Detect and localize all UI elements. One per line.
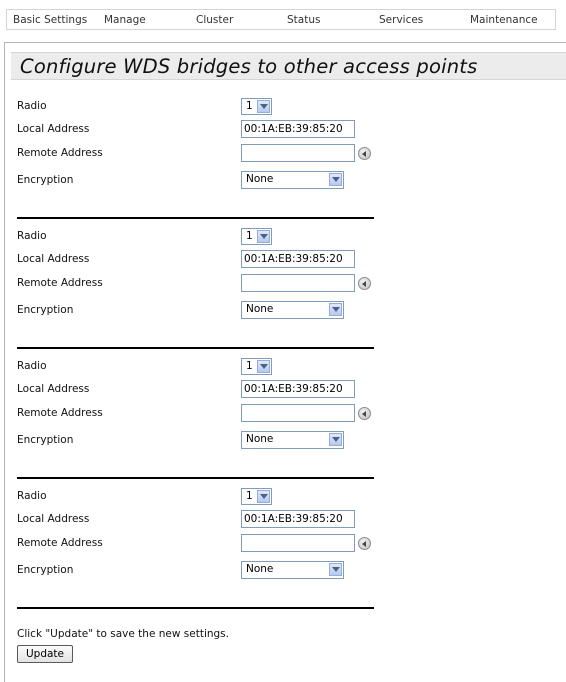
update-button[interactable]: Update [17,645,73,663]
radio-select-value: 1 [246,490,253,502]
encryption-select-value: None [246,433,274,445]
remote-address-label: Remote Address [17,537,103,549]
radio-label: Radio [17,100,47,112]
page-title: Configure WDS bridges to other access po… [20,55,478,78]
chevron-down-icon [329,173,342,186]
local-address-input[interactable]: 00:1A:EB:39:85:20 [241,120,355,138]
content-panel [4,42,566,682]
encryption-label: Encryption [17,174,74,186]
chevron-down-icon [257,490,270,503]
encryption-label: Encryption [17,434,74,446]
radio-select[interactable]: 1 [241,488,272,505]
radio-select[interactable]: 1 [241,98,272,115]
local-address-label: Local Address [17,513,90,525]
encryption-select[interactable]: None [241,561,344,579]
local-address-label: Local Address [17,253,90,265]
arrow-left-icon[interactable] [358,537,371,550]
encryption-label: Encryption [17,304,74,316]
divider [17,477,374,479]
divider [17,347,374,349]
remote-address-input[interactable] [241,404,355,422]
encryption-label: Encryption [17,564,74,576]
radio-label: Radio [17,230,47,242]
radio-select-value: 1 [246,360,253,372]
encryption-select[interactable]: None [241,171,344,189]
encryption-select[interactable]: None [241,301,344,319]
radio-select-value: 1 [246,230,253,242]
tab-basic-settings[interactable]: Basic Settings [13,14,87,26]
local-address-input[interactable]: 00:1A:EB:39:85:20 [241,510,355,528]
tab-status[interactable]: Status [287,14,320,26]
encryption-select-value: None [246,173,274,185]
encryption-select[interactable]: None [241,431,344,449]
radio-select-value: 1 [246,100,253,112]
top-nav-bar: Basic Settings Manage Cluster Status Ser… [6,9,556,30]
chevron-down-icon [257,100,270,113]
encryption-select-value: None [246,563,274,575]
encryption-select-value: None [246,303,274,315]
arrow-left-icon[interactable] [358,147,371,160]
local-address-label: Local Address [17,123,90,135]
remote-address-label: Remote Address [17,277,103,289]
save-instructions: Click "Update" to save the new settings. [17,628,229,640]
local-address-label: Local Address [17,383,90,395]
chevron-down-icon [329,303,342,316]
page-heading: Configure WDS bridges to other access po… [11,52,566,80]
divider [17,607,374,609]
local-address-input[interactable]: 00:1A:EB:39:85:20 [241,380,355,398]
tab-manage[interactable]: Manage [104,14,146,26]
divider [17,217,374,219]
remote-address-input[interactable] [241,534,355,552]
tab-services[interactable]: Services [379,14,423,26]
chevron-down-icon [257,230,270,243]
radio-label: Radio [17,360,47,372]
radio-select[interactable]: 1 [241,228,272,245]
chevron-down-icon [329,563,342,576]
local-address-input[interactable]: 00:1A:EB:39:85:20 [241,250,355,268]
remote-address-label: Remote Address [17,147,103,159]
arrow-left-icon[interactable] [358,407,371,420]
remote-address-label: Remote Address [17,407,103,419]
chevron-down-icon [257,360,270,373]
arrow-left-icon[interactable] [358,277,371,290]
chevron-down-icon [329,433,342,446]
radio-label: Radio [17,490,47,502]
remote-address-input[interactable] [241,274,355,292]
tab-cluster[interactable]: Cluster [196,14,233,26]
remote-address-input[interactable] [241,144,355,162]
radio-select[interactable]: 1 [241,358,272,375]
tab-maintenance[interactable]: Maintenance [470,14,538,26]
